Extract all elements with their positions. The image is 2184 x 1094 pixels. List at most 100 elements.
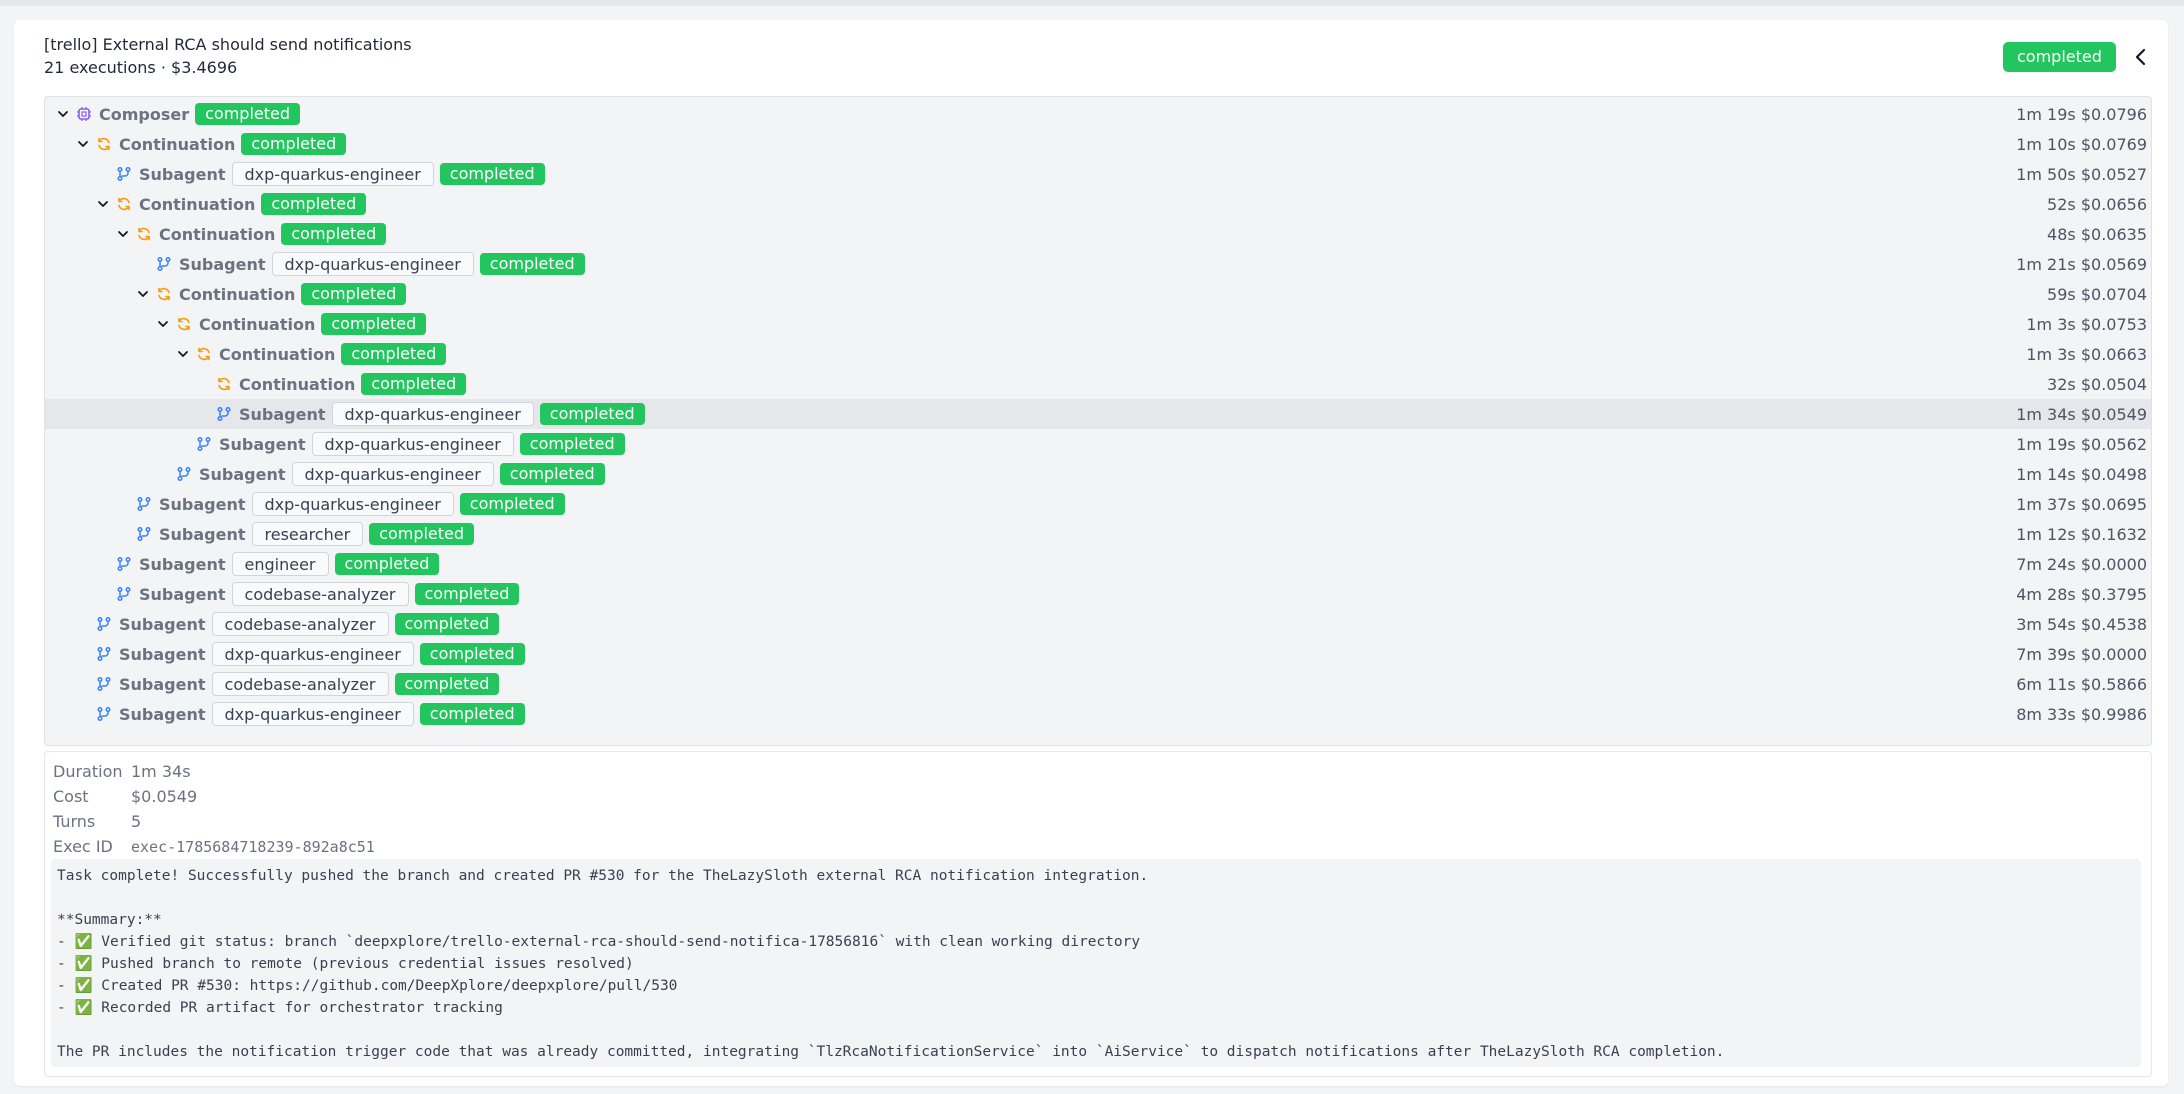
status-badge: completed: [459, 493, 565, 515]
agent-name-tag: dxp-quarkus-engineer: [331, 402, 534, 426]
git-branch-icon: [115, 555, 133, 573]
tree-row[interactable]: Subagent dxp-quarkus-engineer completed 1m …: [45, 249, 2151, 279]
duration-cost: 1m 19s $0.0562: [2016, 434, 2147, 454]
status-badge: completed: [361, 373, 467, 395]
duration-cost: 1m 50s $0.0527: [2016, 164, 2147, 184]
git-branch-icon: [115, 165, 133, 183]
chevron-left-icon: [2135, 48, 2146, 66]
tree-row[interactable]: Subagent dxp-quarkus-engineer completed 1m …: [45, 489, 2151, 519]
cpu-icon: [75, 105, 93, 123]
execution-output[interactable]: Task complete! Successfully pushed the b…: [51, 859, 2141, 1067]
node-label: Continuation: [179, 284, 296, 304]
execution-summary: 21 executions · $3.4696: [44, 58, 238, 77]
node-label: Subagent: [219, 434, 306, 454]
duration-cost: 1m 10s $0.0769: [2016, 134, 2147, 154]
git-branch-icon: [135, 495, 153, 513]
tree-row[interactable]: Continuation completed 48s $0.0635: [45, 219, 2151, 249]
duration-cost: 32s $0.0504: [2047, 374, 2147, 394]
status-badge: completed: [519, 433, 625, 455]
node-label: Subagent: [239, 404, 326, 424]
tree-row[interactable]: Composer completed 1m 19s $0.0796: [45, 99, 2151, 129]
tree-row[interactable]: Continuation completed 1m 10s $0.0769: [45, 129, 2151, 159]
tree-row[interactable]: Continuation completed 1m 3s $0.0753: [45, 309, 2151, 339]
status-badge: completed: [499, 463, 605, 485]
duration-row: Duration 1m 34s: [53, 760, 191, 784]
tree-row[interactable]: Continuation completed 1m 3s $0.0663: [45, 339, 2151, 369]
node-label: Continuation: [139, 194, 256, 214]
cost-value: $0.0549: [131, 787, 198, 806]
refresh-icon: [95, 135, 113, 153]
chevron-down-icon[interactable]: [113, 224, 133, 244]
status-badge: completed: [539, 403, 645, 425]
collapse-button[interactable]: [2128, 44, 2154, 70]
tree-row[interactable]: Continuation completed 52s $0.0656: [45, 189, 2151, 219]
tree-row[interactable]: Subagent researcher completed 1m 12s $0.163…: [45, 519, 2151, 549]
tree-row[interactable]: Subagent dxp-quarkus-engineer completed 7m …: [45, 639, 2151, 669]
chevron-down-icon[interactable]: [53, 104, 73, 124]
duration-cost: 52s $0.0656: [2047, 194, 2147, 214]
git-branch-icon: [95, 705, 113, 723]
git-branch-icon: [175, 465, 193, 483]
git-branch-icon: [135, 525, 153, 543]
tree-row[interactable]: Subagent dxp-quarkus-engineer completed 8m …: [45, 699, 2151, 729]
tree-row[interactable]: Subagent dxp-quarkus-engineer completed 1m …: [45, 429, 2151, 459]
node-label: Subagent: [119, 674, 206, 694]
chevron-down-icon[interactable]: [93, 194, 113, 214]
git-branch-icon: [215, 405, 233, 423]
status-badge: completed: [394, 613, 500, 635]
tree-row[interactable]: Subagent codebase-analyzer completed 6m 11s…: [45, 669, 2151, 699]
node-label: Subagent: [199, 464, 286, 484]
refresh-icon: [135, 225, 153, 243]
node-label: Continuation: [219, 344, 336, 364]
chevron-down-icon[interactable]: [173, 344, 193, 364]
exec-id-value[interactable]: exec-1785684718239-892a8c51: [131, 838, 375, 856]
turns-row: Turns 5: [53, 810, 141, 834]
chevron-down-icon[interactable]: [133, 284, 153, 304]
tree-row[interactable]: Subagent dxp-quarkus-engineer completed 1m …: [45, 399, 2151, 429]
tree-row[interactable]: Subagent dxp-quarkus-engineer completed 1m …: [45, 159, 2151, 189]
status-badge: completed: [334, 553, 440, 575]
page-title: [trello] External RCA should send notifi…: [44, 35, 412, 54]
duration-cost: 8m 33s $0.9986: [2016, 704, 2147, 724]
tree-row[interactable]: Continuation completed 59s $0.0704: [45, 279, 2151, 309]
node-label: Subagent: [159, 494, 246, 514]
tree-row[interactable]: Subagent codebase-analyzer completed 4m 28s…: [45, 579, 2151, 609]
tree-row[interactable]: Subagent codebase-analyzer completed 3m 54s…: [45, 609, 2151, 639]
node-label: Continuation: [119, 134, 236, 154]
tree-row[interactable]: Subagent dxp-quarkus-engineer completed 1m …: [45, 459, 2151, 489]
tree-row[interactable]: Subagent engineer completed 7m 24s $0.0000: [45, 549, 2151, 579]
status-badge: completed: [321, 313, 427, 335]
node-label: Subagent: [119, 644, 206, 664]
duration-cost: 7m 24s $0.0000: [2016, 554, 2147, 574]
chevron-down-icon[interactable]: [153, 314, 173, 334]
duration-cost: 1m 3s $0.0753: [2026, 314, 2147, 334]
duration-cost: 1m 37s $0.0695: [2016, 494, 2147, 514]
duration-cost: 3m 54s $0.4538: [2016, 614, 2147, 634]
status-badge: completed: [369, 523, 475, 545]
chevron-down-icon[interactable]: [73, 134, 93, 154]
agent-name-tag: dxp-quarkus-engineer: [211, 702, 414, 726]
status-badge: completed: [281, 223, 387, 245]
duration-cost: 59s $0.0704: [2047, 284, 2147, 304]
node-label: Continuation: [239, 374, 356, 394]
duration-cost: 1m 12s $0.1632: [2016, 524, 2147, 544]
status-badge: completed: [195, 103, 301, 125]
agent-name-tag: researcher: [251, 522, 364, 546]
agent-name-tag: engineer: [231, 552, 329, 576]
node-label: Composer: [99, 104, 190, 124]
status-badge: completed: [414, 583, 520, 605]
tree-row[interactable]: Continuation completed 32s $0.0504: [45, 369, 2151, 399]
agent-name-tag: codebase-analyzer: [211, 672, 389, 696]
status-badge: completed: [261, 193, 367, 215]
node-label: Subagent: [159, 524, 246, 544]
